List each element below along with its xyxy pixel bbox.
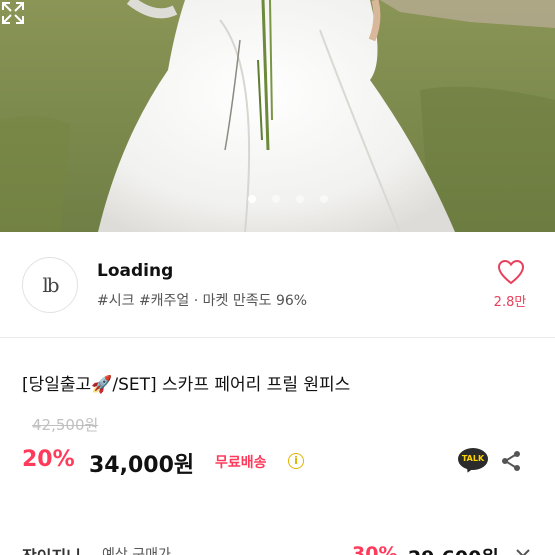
talk-icon: TALK	[458, 448, 488, 470]
sale-price: 34,000원	[89, 453, 195, 478]
shop-info-section: lb Loading #시크 #캐주얼 · 마켓 만족도 96% 2.8만	[0, 232, 555, 338]
coupon-shop-name: 잠이지니	[22, 543, 81, 555]
product-title: [당일출고🚀/SET] 스카프 페어리 프릴 원피스	[22, 375, 351, 395]
shop-logo-text: lb	[42, 273, 59, 297]
free-shipping-badge: 무료배송	[215, 455, 267, 471]
pagination-dot[interactable]	[296, 195, 304, 203]
discount-rate: 20%	[22, 447, 75, 472]
info-icon[interactable]: i	[288, 453, 304, 469]
chevron-down-icon[interactable]	[514, 546, 532, 555]
shop-tags: #시크 #캐주얼 · 마켓 만족도 96%	[97, 293, 308, 309]
product-image-gallery[interactable]	[0, 0, 555, 232]
like-count: 2.8만	[493, 295, 527, 310]
pagination-dot-active[interactable]	[248, 195, 256, 203]
expected-price: 29,600원	[408, 543, 499, 555]
shop-name[interactable]: Loading	[97, 261, 173, 281]
share-icon[interactable]	[499, 449, 523, 473]
original-price: 42,500원	[32, 416, 99, 434]
expected-price-row[interactable]: 잠이지니 예상 구매가 30% 29,600원	[0, 538, 555, 555]
pagination-dot[interactable]	[272, 195, 280, 203]
kakao-talk-button[interactable]: TALK	[458, 448, 488, 475]
fullscreen-expand-icon[interactable]	[0, 0, 26, 26]
pagination-dot[interactable]	[320, 195, 328, 203]
expected-price-label: 예상 구매가	[102, 547, 171, 555]
expected-discount-rate: 30%	[352, 543, 398, 555]
gallery-pagination	[0, 193, 555, 205]
heart-icon[interactable]	[497, 259, 525, 285]
shop-logo[interactable]: lb	[22, 257, 78, 313]
